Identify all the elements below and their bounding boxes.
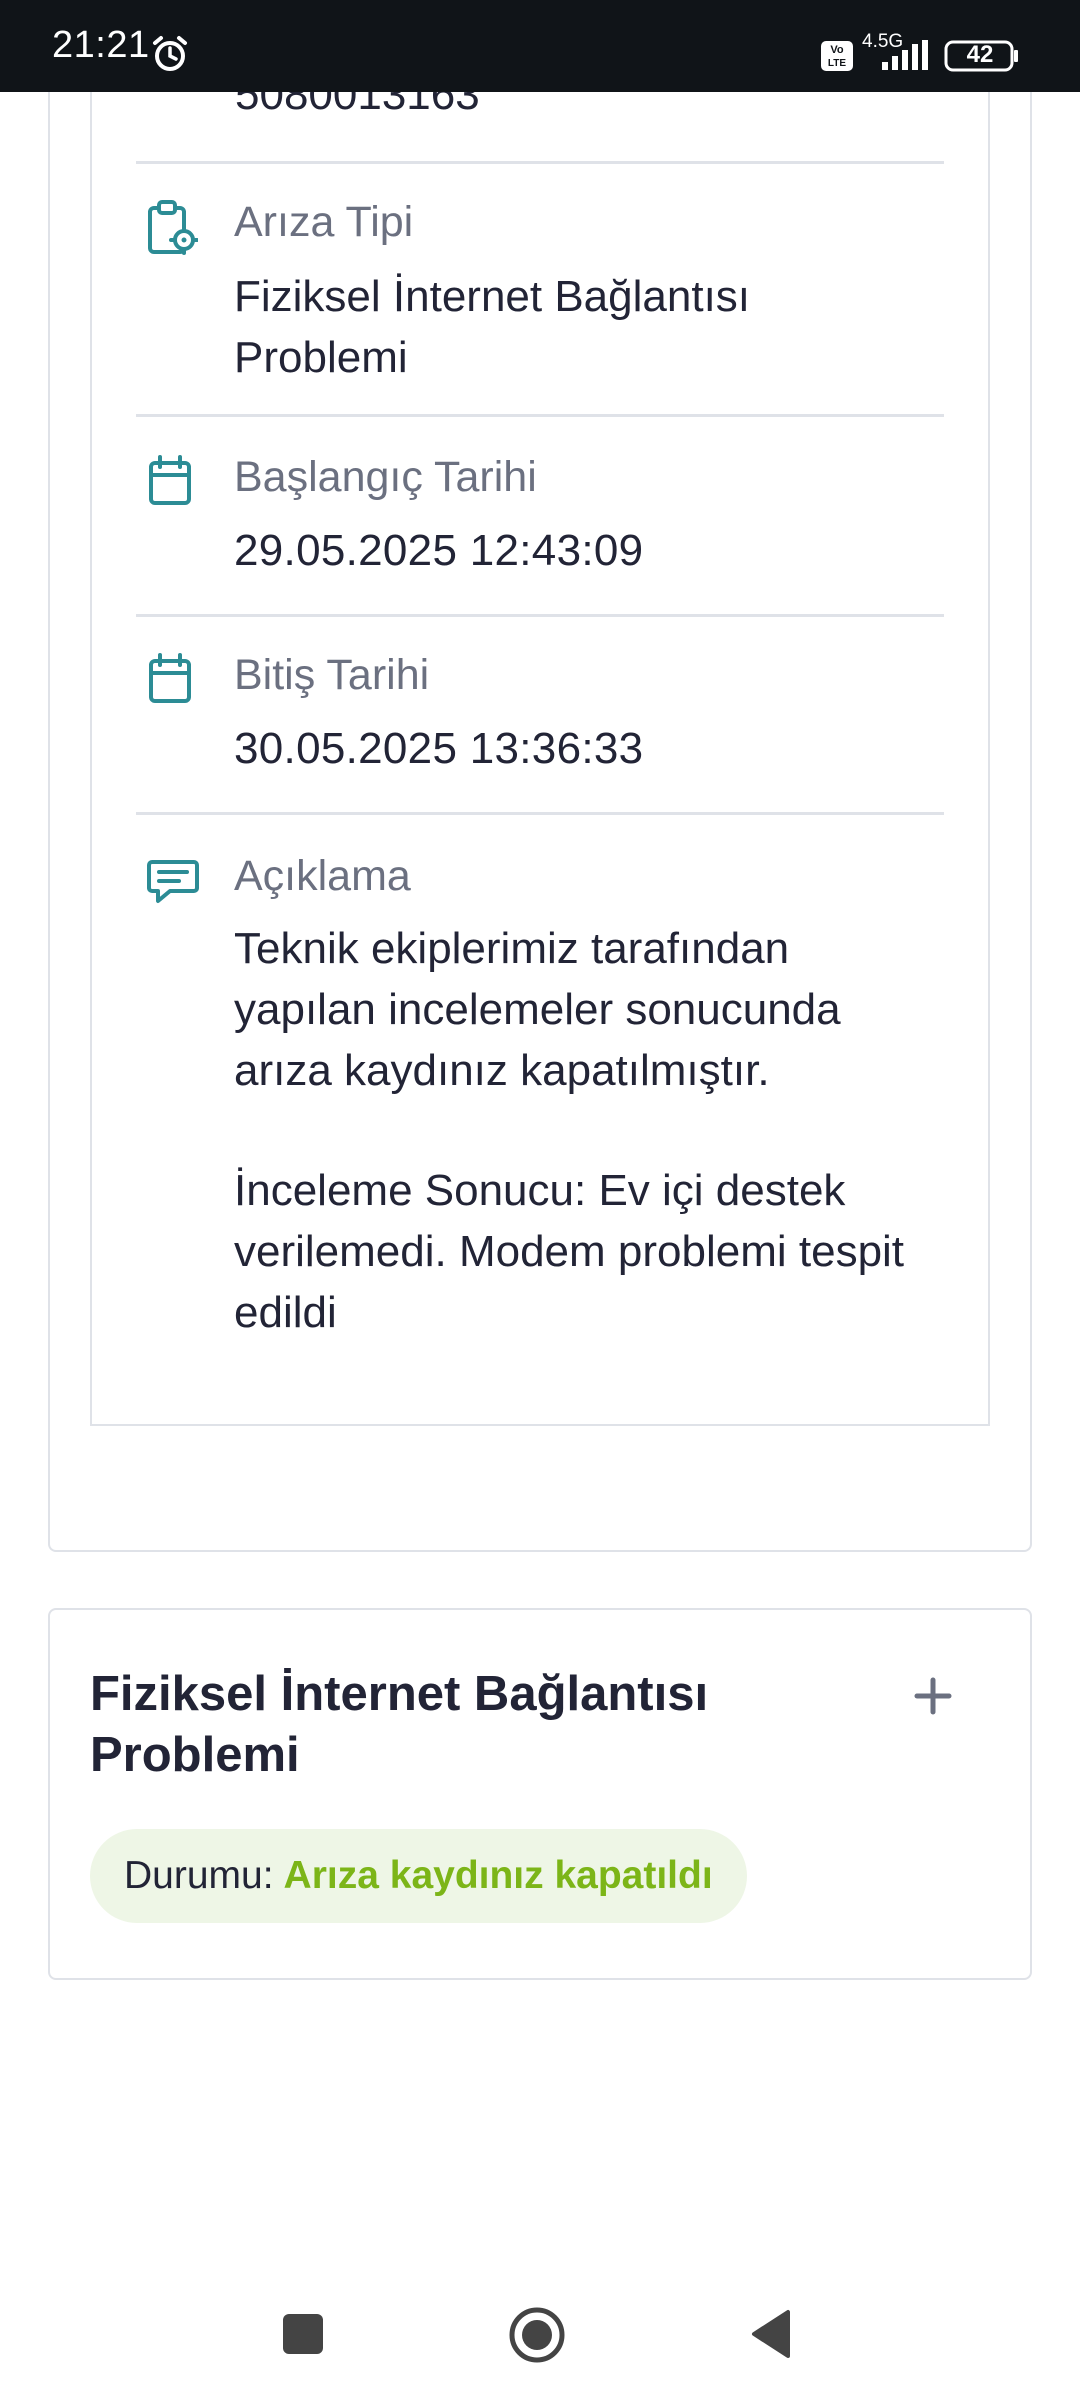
start-date-value: 29.05.2025 12:43:09 <box>234 526 644 575</box>
home-icon[interactable] <box>507 2305 567 2370</box>
divider <box>136 414 944 417</box>
calendar-icon <box>146 455 196 512</box>
status-badge: Durumu: Arıza kaydınız kapatıldı <box>90 1829 747 1923</box>
divider <box>136 161 944 164</box>
volte-icon: Vo LTE <box>820 40 854 77</box>
description-label: Açıklama <box>234 852 411 900</box>
status-value: Arıza kaydınız kapatıldı <box>283 1854 713 1897</box>
battery-level: 42 <box>966 41 994 68</box>
clipboard-gear-icon <box>146 200 199 261</box>
fault-type-label: Arıza Tipi <box>234 198 414 246</box>
end-date-value: 30.05.2025 13:36:33 <box>234 724 644 773</box>
screen-content: 5080013163 Arıza Tipi Fiziksel İnternet … <box>0 0 1080 2400</box>
fault-type-value: Fiziksel İnternet Bağlantısı Problemi <box>234 272 751 382</box>
divider <box>136 614 944 617</box>
end-date-label: Bitiş Tarihi <box>234 651 430 699</box>
alarm-icon <box>150 34 190 79</box>
status-time: 21:21 <box>52 24 150 66</box>
signal-icon <box>878 40 934 77</box>
back-icon[interactable] <box>748 2308 792 2365</box>
fault-record-title: Fiziksel İnternet Bağlantısı Problemi <box>90 1667 709 1782</box>
navigation-bar <box>0 2280 1080 2400</box>
status-prefix: Durumu: <box>124 1854 274 1897</box>
recent-apps-icon[interactable] <box>283 2314 323 2354</box>
expand-button[interactable] <box>905 1668 961 1724</box>
plus-icon <box>914 1677 952 1715</box>
start-date-label: Başlangıç Tarihi <box>234 453 537 501</box>
svg-text:LTE: LTE <box>828 58 846 69</box>
calendar-icon <box>146 653 196 710</box>
divider <box>136 812 944 815</box>
message-icon <box>146 856 202 913</box>
svg-text:Vo: Vo <box>830 44 844 56</box>
description-text: Teknik ekiplerimiz tarafından yapılan in… <box>234 924 905 1337</box>
status-bar: 21:21 Vo LTE 4.5G 42 <box>0 0 1080 92</box>
